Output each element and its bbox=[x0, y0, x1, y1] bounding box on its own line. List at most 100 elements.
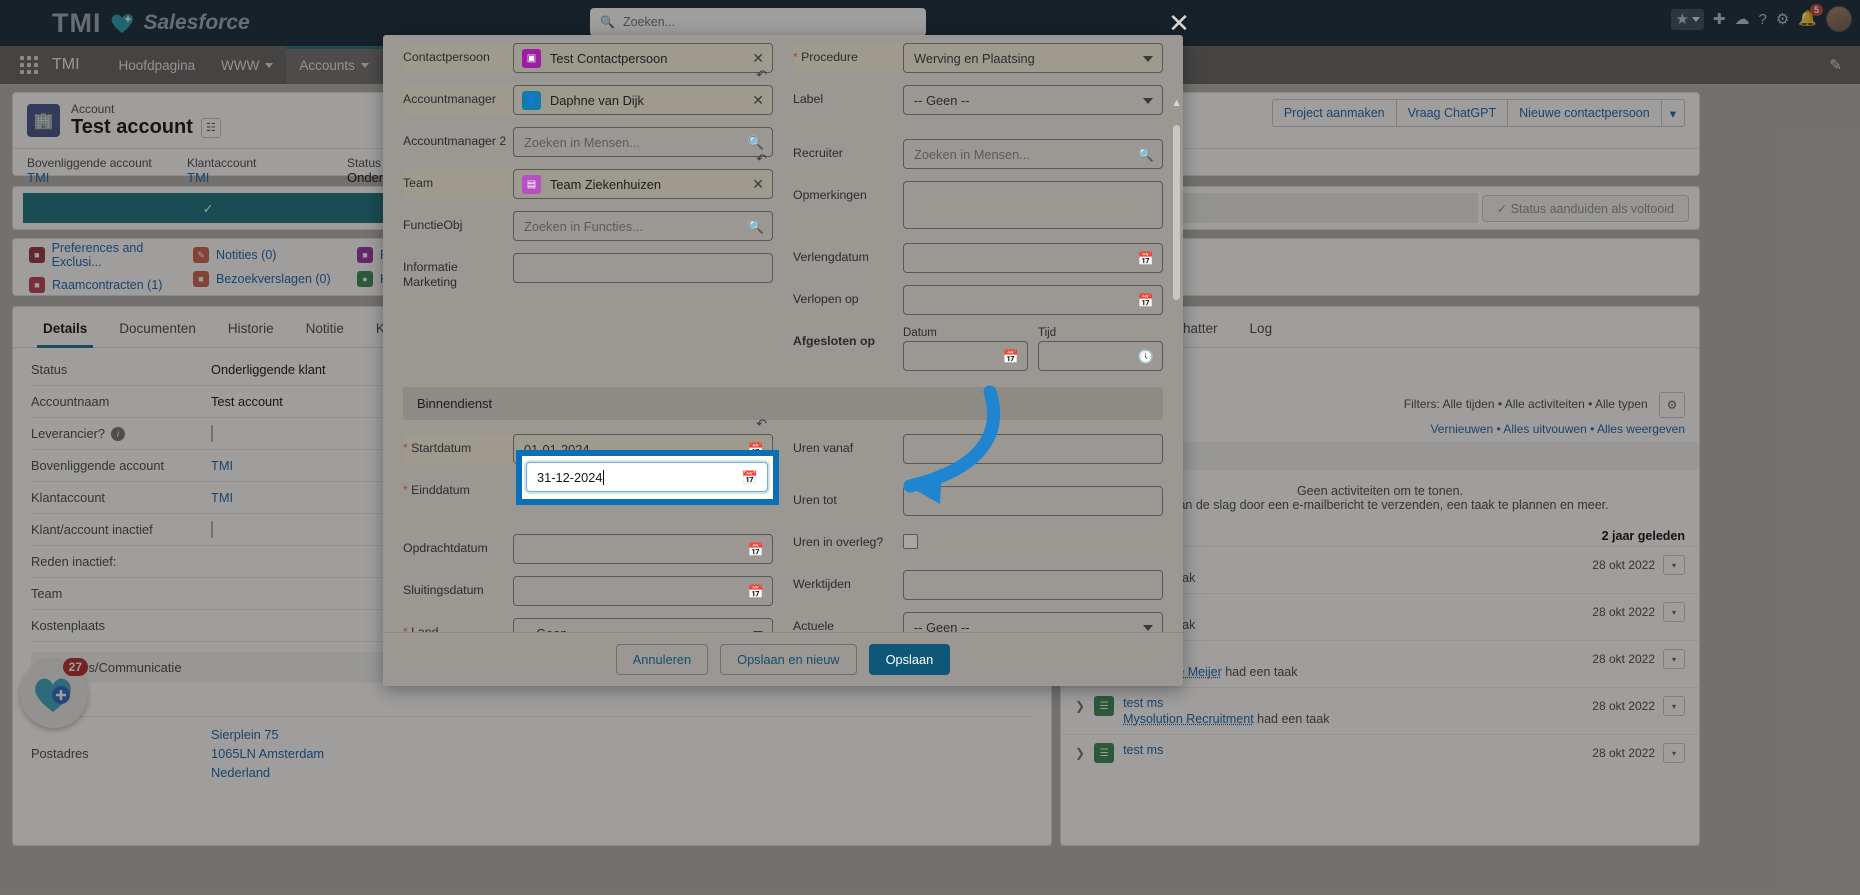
field-label: Accountmanager 2 bbox=[403, 134, 507, 148]
field-label: * Startdatum bbox=[403, 434, 513, 456]
save-button[interactable]: Opslaan bbox=[868, 644, 951, 675]
scroll-up-icon[interactable]: ▲ bbox=[1171, 97, 1182, 109]
token-text: Daphne van Dijk bbox=[550, 92, 644, 108]
team-icon: ▤ bbox=[522, 174, 541, 194]
opdrachtdatum-input[interactable] bbox=[513, 534, 773, 564]
field-label: Label bbox=[793, 92, 824, 106]
undo-icon[interactable]: ↶ bbox=[756, 151, 767, 167]
save-and-new-button[interactable]: Opslaan en nieuw bbox=[720, 644, 857, 675]
calendar-icon[interactable]: 📅 bbox=[742, 470, 758, 486]
date-sublabel: Datum bbox=[903, 327, 937, 339]
field-label: Uren in overleg? bbox=[793, 535, 884, 549]
section-binnendienst: Binnendienst bbox=[403, 387, 1163, 420]
field-verlopen-op: Verlopen op 📅 bbox=[793, 285, 1163, 315]
chevron-down-icon bbox=[1143, 625, 1153, 631]
recruiter-search-input[interactable]: Zoeken in Mensen... bbox=[903, 139, 1163, 169]
calendar-icon[interactable]: 📅 bbox=[748, 542, 764, 558]
cancel-button[interactable]: Annuleren bbox=[615, 644, 709, 675]
search-icon[interactable]: 🔍 bbox=[748, 219, 764, 235]
field-label: Sluitingsdatum bbox=[403, 583, 484, 597]
modal-left-column: Contactpersoon ▣ Test Contactpersoon ✕ A… bbox=[403, 43, 773, 383]
field-actuele-sollicitatiestatus: Actuele sollicitatiestatus (oud) -- Geen… bbox=[793, 612, 1163, 632]
modal-right-column: * Procedure Werving en Plaatsing Label -… bbox=[793, 43, 1163, 383]
contactpersoon-token[interactable]: ▣ Test Contactpersoon ✕ bbox=[513, 43, 773, 73]
clear-icon[interactable]: ✕ bbox=[752, 50, 764, 67]
einddatum-value: 31-12-2024 bbox=[537, 469, 603, 485]
contact-icon: ▣ bbox=[522, 48, 541, 68]
verlengdatum-input[interactable] bbox=[903, 243, 1163, 273]
undo-icon[interactable]: ↶ bbox=[756, 416, 767, 432]
modal-scrollbar[interactable] bbox=[1173, 125, 1180, 300]
search-icon[interactable]: 🔍 bbox=[748, 135, 764, 151]
field-label-text: Startdatum bbox=[411, 441, 472, 455]
modal-form-body: Contactpersoon ▣ Test Contactpersoon ✕ A… bbox=[383, 35, 1183, 632]
field-afgesloten-op: Afgesloten op Datum 📅 Tijd 🕔 bbox=[793, 327, 1163, 371]
field-contactpersoon: Contactpersoon ▣ Test Contactpersoon ✕ bbox=[403, 43, 773, 73]
actuele-sollicitatiestatus-select[interactable]: -- Geen -- bbox=[903, 612, 1163, 632]
field-werktijden: Werktijden bbox=[793, 570, 1163, 600]
field-label: Actuele sollicitatiestatus (oud) bbox=[793, 619, 835, 632]
verlopen-op-input[interactable] bbox=[903, 285, 1163, 315]
field-label: * Procedure bbox=[793, 43, 903, 65]
calendar-icon[interactable]: 📅 bbox=[1138, 251, 1154, 267]
calendar-icon[interactable]: 📅 bbox=[1003, 349, 1019, 365]
select-value: -- Geen -- bbox=[914, 619, 970, 633]
field-team: Team ↶ ▤ Team Ziekenhuizen ✕ bbox=[403, 151, 773, 199]
field-label: Verlengdatum bbox=[793, 250, 869, 264]
chevron-down-icon bbox=[1143, 56, 1153, 62]
field-label: Verlopen op bbox=[793, 292, 859, 306]
field-label: Informatie Marketing bbox=[403, 260, 458, 290]
opmerkingen-textarea[interactable] bbox=[903, 181, 1163, 229]
field-label-select: Label -- Geen -- bbox=[793, 85, 1163, 115]
accountmanager-token[interactable]: 👤 Daphne van Dijk ✕ bbox=[513, 85, 773, 115]
close-icon[interactable]: ✕ bbox=[1160, 6, 1198, 40]
select-value: Werving en Plaatsing bbox=[914, 50, 1035, 66]
modal-footer: Annuleren Opslaan en nieuw Opslaan bbox=[383, 632, 1183, 686]
time-sublabel: Tijd bbox=[1038, 327, 1057, 339]
required-marker: * bbox=[403, 625, 408, 632]
field-label: FunctieObj bbox=[403, 218, 463, 232]
person-icon: 👤 bbox=[522, 90, 541, 110]
field-label: Opdrachtdatum bbox=[403, 541, 488, 555]
clock-icon[interactable]: 🕔 bbox=[1138, 349, 1154, 365]
uren-in-overleg-checkbox[interactable] bbox=[903, 534, 918, 549]
werktijden-input[interactable] bbox=[903, 570, 1163, 600]
einddatum-input[interactable]: 31-12-2024 📅 bbox=[526, 462, 768, 492]
label-select[interactable]: -- Geen -- bbox=[903, 85, 1163, 115]
calendar-icon[interactable]: 📅 bbox=[1138, 293, 1154, 309]
clear-icon[interactable]: ✕ bbox=[752, 92, 764, 109]
land-select[interactable]: -- Geen -- bbox=[513, 618, 773, 632]
field-label: Team bbox=[403, 176, 434, 190]
calendar-icon[interactable]: 📅 bbox=[748, 584, 764, 600]
select-value: -- Geen -- bbox=[914, 92, 970, 108]
field-uren-in-overleg: Uren in overleg? bbox=[793, 528, 1163, 558]
field-recruiter: Recruiter Zoeken in Mensen... 🔍 bbox=[793, 139, 1163, 169]
field-opmerkingen: Opmerkingen bbox=[793, 181, 1163, 229]
undo-icon[interactable]: ↶ bbox=[756, 67, 767, 83]
required-marker: * bbox=[403, 483, 408, 497]
field-opdrachtdatum: Opdrachtdatum 📅 bbox=[403, 534, 773, 564]
field-label: Werktijden bbox=[793, 577, 851, 591]
field-label-text: Procedure bbox=[801, 50, 858, 64]
placeholder-text: Zoeken in Functies... bbox=[524, 218, 643, 234]
chevron-down-icon bbox=[1143, 98, 1153, 104]
sluitingsdatum-input[interactable] bbox=[513, 576, 773, 606]
search-icon[interactable]: 🔍 bbox=[1138, 147, 1154, 163]
functieobj-search-input[interactable]: Zoeken in Functies... bbox=[513, 211, 773, 241]
field-label: Opmerkingen bbox=[793, 188, 867, 202]
placeholder-text: Zoeken in Mensen... bbox=[914, 146, 1030, 162]
required-marker: * bbox=[793, 50, 798, 64]
accountmanager2-search-input[interactable]: Zoeken in Mensen... bbox=[513, 127, 773, 157]
informatie-marketing-input[interactable] bbox=[513, 253, 773, 283]
field-procedure: * Procedure Werving en Plaatsing bbox=[793, 43, 1163, 73]
field-label: Recruiter bbox=[793, 146, 843, 160]
clear-icon[interactable]: ✕ bbox=[752, 176, 764, 193]
field-sluitingsdatum: Sluitingsdatum 📅 bbox=[403, 576, 773, 606]
field-informatie-marketing: Informatie Marketing bbox=[403, 253, 773, 291]
annotation-arrow bbox=[903, 385, 1000, 504]
required-marker: * bbox=[403, 441, 408, 455]
field-label: Contactpersoon bbox=[403, 50, 490, 64]
team-token[interactable]: ▤ Team Ziekenhuizen ✕ bbox=[513, 169, 773, 199]
token-text: Team Ziekenhuizen bbox=[550, 176, 661, 192]
procedure-select[interactable]: Werving en Plaatsing bbox=[903, 43, 1163, 73]
